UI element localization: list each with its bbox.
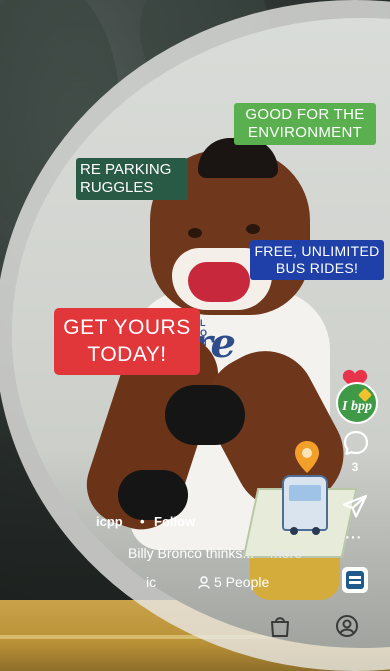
caption-more-link[interactable]: more [270, 545, 302, 561]
sticker-text: ENVIRONMENT [247, 124, 363, 141]
mascot-tongue [188, 262, 250, 302]
sticker-text: RUGGLES [80, 179, 154, 196]
sticker-good-for-environment: GOOD FOR THE ENVIRONMENT [234, 103, 376, 145]
paper-plane-icon[interactable] [342, 494, 368, 520]
sticker-parking-struggles: RE PARKING RUGGLES [76, 158, 188, 200]
tagged-people-button[interactable]: 5 People [198, 574, 269, 590]
sticker-free-bus-rides: FREE, UNLIMITED BUS RIDES! [250, 240, 384, 280]
mascot-nostril [246, 224, 260, 234]
profile-icon[interactable] [335, 614, 359, 638]
account-avatar[interactable]: I bpp [336, 382, 378, 424]
sticker-text: RE PARKING [80, 161, 172, 178]
bus-icon [282, 475, 328, 535]
map-pin-icon [295, 441, 319, 473]
people-label: 5 People [214, 574, 270, 590]
sticker-text: BUS RIDES! [275, 259, 359, 276]
sticker-text: FREE, UNLIMITED [254, 243, 380, 259]
audio-thumbnail-icon[interactable] [342, 567, 368, 593]
audio-label[interactable]: ic [146, 574, 156, 590]
username[interactable]: icpp [96, 514, 123, 529]
separator: • [140, 514, 145, 529]
mascot-nostril [188, 228, 202, 238]
person-icon [198, 575, 210, 589]
reels-screen: ere L O N G GOOD FOR THE ENVIRONMENT RE … [0, 0, 390, 671]
comment-count: 3 [351, 460, 359, 474]
post-caption[interactable]: Billy Bronco thinks... [128, 545, 254, 561]
sticker-get-yours-today: GET YOURS TODAY! [54, 308, 200, 375]
avatar-text: I bpp [342, 399, 372, 414]
mascot-glove [118, 470, 188, 520]
shopping-bag-icon[interactable] [268, 614, 292, 638]
comment-bubble-icon[interactable] [343, 430, 369, 456]
sticker-text: GOOD FOR THE [245, 106, 365, 123]
sticker-text: GET YOURS [63, 316, 191, 339]
follow-button[interactable]: Follow [154, 514, 195, 529]
more-dots-icon[interactable]: ··· [344, 527, 368, 547]
mascot-glove [165, 385, 245, 445]
sticker-text: TODAY! [87, 343, 167, 367]
audio-thumbnail-image [346, 571, 364, 589]
